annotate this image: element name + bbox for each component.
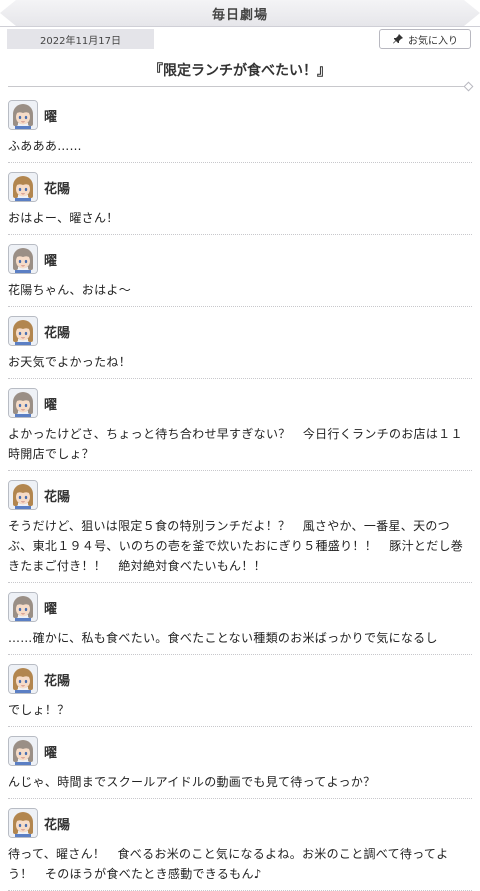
dialogue-text: お天気でよかったね！: [8, 355, 132, 369]
speaker-row: 曜: [8, 388, 472, 418]
dialogue-entry: 花陽でしょ！？: [8, 655, 472, 727]
dialogue-text: おはよー、曜さん！: [8, 211, 119, 225]
dialogue-entry: 曜花陽ちゃん、おはよ〜: [8, 235, 472, 307]
speaker-name: 曜: [44, 745, 58, 761]
speaker-row: 曜: [8, 592, 472, 622]
favorite-button[interactable]: お気に入り: [379, 29, 471, 49]
favorite-button-label: お気に入り: [408, 35, 458, 47]
dialogue-entry: 曜ふあああ……: [8, 91, 472, 163]
you-avatar: [8, 100, 38, 130]
speaker-row: 花陽: [8, 172, 472, 202]
speaker-name: 曜: [44, 253, 58, 269]
speaker-row: 花陽: [8, 808, 472, 838]
speaker-name: 花陽: [44, 673, 71, 689]
speaker-name: 曜: [44, 601, 58, 617]
meta-bar: 2022年11月17日 お気に入り: [0, 29, 480, 53]
hanayo-avatar: [8, 664, 38, 694]
you-avatar: [8, 736, 38, 766]
dialogue-text: でしょ！？: [8, 703, 70, 717]
pin-icon: [393, 34, 403, 44]
dialogue-text: んじゃ、時間までスクールアイドルの動画でも見て待ってよっか？: [8, 775, 376, 789]
dialogue-entry: 曜んじゃ、時間までスクールアイドルの動画でも見て待ってよっか？: [8, 727, 472, 799]
dialogue-text: 待って、曜さん！ 食べるお米のこと気になるよね。お米のこと調べて待ってよう！ そ…: [8, 847, 449, 881]
dialogue-entry: 花陽そうだけど、狙いは限定５食の特別ランチだよ！？ 風さやか、一番星、天のつぶ、…: [8, 471, 472, 583]
dialogue-text: ふあああ……: [8, 139, 82, 153]
speaker-name: 花陽: [44, 325, 71, 341]
page-header: 毎日劇場: [0, 0, 480, 27]
dialogue-text: 花陽ちゃん、おはよ〜: [8, 283, 132, 297]
dialogue-entry: 花陽おはよー、曜さん！: [8, 163, 472, 235]
speaker-row: 曜: [8, 100, 472, 130]
dialogue-text: ……確かに、私も食べたい。食べたことない種類のお米ばっかりで気になるし: [8, 631, 438, 645]
speaker-name: 花陽: [44, 181, 71, 197]
hanayo-avatar: [8, 808, 38, 838]
you-avatar: [8, 244, 38, 274]
speaker-name: 花陽: [44, 817, 71, 833]
speaker-row: 曜: [8, 736, 472, 766]
dialogue-entry: 花陽待って、曜さん！ 食べるお米のこと気になるよね。お米のこと調べて待ってよう！…: [8, 799, 472, 891]
title-divider: [8, 81, 474, 92]
you-avatar: [8, 388, 38, 418]
date-label: 2022年11月17日: [7, 29, 154, 49]
hanayo-avatar: [8, 480, 38, 510]
speaker-name: 曜: [44, 397, 58, 413]
hanayo-avatar: [8, 172, 38, 202]
dialogue-entry: 曜 ……確かに、私も食べたい。食べたことない種類のお米ばっかりで気になるし: [8, 583, 472, 655]
dialogue-list: 曜ふあああ…… 花陽 おはよー、曜さん！曜花陽ちゃん、おはよ〜 花陽 お天気でよかったね…: [0, 91, 480, 891]
dialogue-entry: 曜よかったけどさ、ちょっと待ち合わせ早すぎない？ 今日行くランチのお店は１１時開…: [8, 379, 472, 471]
story-title: 『限定ランチが食べたい！』: [149, 63, 331, 79]
speaker-row: 曜: [8, 244, 472, 274]
dialogue-entry: 花陽お天気でよかったね！: [8, 307, 472, 379]
hanayo-avatar: [8, 316, 38, 346]
speaker-row: 花陽: [8, 664, 472, 694]
dialogue-text: そうだけど、狙いは限定５食の特別ランチだよ！？ 風さやか、一番星、天のつぶ、東北…: [8, 519, 464, 573]
speaker-row: 花陽: [8, 316, 472, 346]
speaker-name: 花陽: [44, 489, 71, 505]
dialogue-text: よかったけどさ、ちょっと待ち合わせ早すぎない？ 今日行くランチのお店は１１時開店…: [8, 427, 463, 461]
speaker-row: 花陽: [8, 480, 472, 510]
you-avatar: [8, 592, 38, 622]
header-title: 毎日劇場: [211, 7, 268, 23]
speaker-name: 曜: [44, 109, 58, 125]
